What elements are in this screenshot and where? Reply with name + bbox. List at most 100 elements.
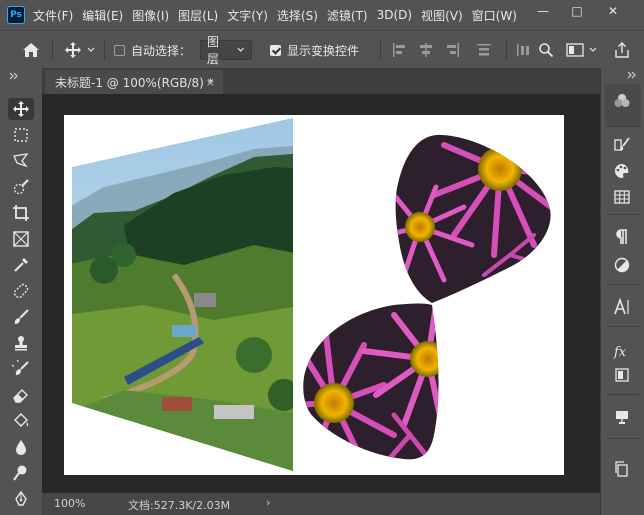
history-panel-button[interactable]: [609, 134, 635, 156]
patterns-panel-button[interactable]: [609, 186, 635, 208]
layer-comps-panel-button[interactable]: [609, 364, 635, 386]
history-brush-tool[interactable]: [8, 358, 34, 380]
menu-edit[interactable]: 编辑(E): [82, 7, 123, 24]
document-canvas[interactable]: [64, 115, 564, 475]
collapse-icon[interactable]: [9, 72, 19, 80]
align-top-icon: [477, 44, 491, 56]
adjustments-panel-button[interactable]: [609, 254, 635, 276]
distribute-button[interactable]: [516, 31, 532, 69]
auto-select-label: 自动选择：: [131, 43, 192, 58]
share-icon: [615, 42, 629, 58]
crop-tool[interactable]: [8, 202, 34, 224]
frame-tool[interactable]: [8, 228, 34, 250]
menu-view[interactable]: 视图(V): [421, 7, 463, 24]
search-icon: [539, 43, 554, 58]
home-button[interactable]: [22, 31, 40, 69]
history-brush-icon: [12, 360, 29, 375]
menu-bar: Ps 文件(F) 编辑(E) 图像(I) 图层(L) 文字(Y) 选择(S) 滤…: [0, 0, 644, 30]
stamp-tool[interactable]: [8, 332, 34, 354]
paint-bucket-tool[interactable]: [8, 410, 34, 432]
workspace-icon: [566, 43, 584, 57]
right-panel-dock: fx: [600, 68, 644, 515]
align-top-button[interactable]: [476, 31, 492, 69]
menu-layer[interactable]: 图层(L): [178, 7, 218, 24]
quick-select-icon: [13, 179, 29, 195]
menu-image[interactable]: 图像(I): [132, 7, 169, 24]
status-bar: 100% 文档:527.3K/2.03M ›: [42, 493, 600, 515]
zoom-level[interactable]: 100%: [54, 497, 85, 510]
lasso-icon: [13, 153, 29, 168]
align-left-icon: [393, 43, 405, 57]
layer-select-value: 图层: [207, 35, 220, 66]
eyedropper-tool[interactable]: [8, 254, 34, 276]
share-button[interactable]: [614, 31, 630, 69]
align-center-button[interactable]: [418, 31, 434, 69]
bandage-icon: [13, 283, 29, 299]
brush-icon: [14, 309, 29, 324]
flower-shape-bottom: [303, 303, 439, 460]
show-transform-check-icon: [270, 44, 281, 56]
workspace-button[interactable]: [566, 31, 598, 69]
menu-file[interactable]: 文件(F): [33, 7, 73, 24]
color-panel-button[interactable]: [609, 90, 635, 112]
align-left-button[interactable]: [392, 31, 408, 69]
styles-panel-button[interactable]: fx: [609, 340, 635, 362]
menu-select[interactable]: 选择(S): [277, 7, 318, 24]
align-right-button[interactable]: [444, 31, 460, 69]
tools-panel: [0, 94, 42, 515]
marquee-tool[interactable]: [8, 124, 34, 146]
move-icon: [13, 101, 29, 117]
options-bar: 自动选择： 图层 显示变换控件: [0, 30, 644, 68]
blur-tool[interactable]: [8, 436, 34, 458]
photoshop-logo-icon[interactable]: Ps: [7, 6, 25, 24]
spot-heal-tool[interactable]: [8, 280, 34, 302]
menu-window[interactable]: 窗口(W): [472, 7, 517, 24]
auto-select-checkbox[interactable]: 自动选择：: [114, 31, 191, 69]
dodge-tool[interactable]: [8, 462, 34, 484]
document-tab[interactable]: 未标题-1 @ 100%(RGB/8) * ×: [45, 70, 223, 94]
eraser-tool[interactable]: [8, 384, 34, 406]
move-icon: [65, 42, 81, 58]
move-tool-preset-button[interactable]: [64, 31, 96, 69]
3d-panel-button[interactable]: [609, 406, 635, 428]
eyedropper-icon: [14, 258, 28, 272]
layer-select-dropdown[interactable]: 图层: [200, 35, 252, 66]
chevron-down-icon: [237, 47, 244, 52]
chevron-down-icon: [589, 47, 597, 52]
grid-icon: [614, 190, 630, 204]
maximize-button[interactable]: □: [562, 0, 592, 22]
landscape-image: [72, 118, 293, 471]
search-button[interactable]: [538, 31, 554, 69]
close-tab-icon[interactable]: ×: [206, 76, 215, 89]
stamp-icon: [15, 336, 27, 351]
brush-tool[interactable]: [8, 306, 34, 328]
close-window-button[interactable]: ✕: [598, 0, 628, 22]
svg-text:fx: fx: [613, 345, 627, 360]
swatches-panel-button[interactable]: [609, 160, 635, 182]
paint-bucket-icon: [14, 413, 29, 427]
menu-3d[interactable]: 3D(D): [377, 8, 412, 22]
quick-select-tool[interactable]: [8, 176, 34, 198]
fx-icon: fx: [613, 345, 627, 360]
pen-tool[interactable]: [8, 488, 34, 510]
document-info: 文档:527.3K/2.03M: [128, 499, 231, 512]
dodge-icon: [13, 465, 27, 481]
copy-icon: [615, 461, 628, 477]
move-tool[interactable]: [8, 98, 34, 120]
collapse-right-icon[interactable]: [627, 71, 637, 79]
show-transform-label: 显示变换控件: [287, 43, 360, 58]
status-info-arrow[interactable]: ›: [266, 496, 270, 509]
brush-settings-icon: [614, 137, 630, 151]
minimize-button[interactable]: —: [528, 0, 558, 22]
lasso-tool[interactable]: [8, 150, 34, 172]
color-wheel-icon: [614, 94, 630, 107]
paragraph-panel-button[interactable]: [609, 226, 635, 248]
distribute-icon: [517, 44, 529, 56]
show-transform-checkbox[interactable]: 显示变换控件: [270, 31, 359, 69]
menu-filter[interactable]: 滤镜(T): [327, 7, 368, 24]
menu-type[interactable]: 文字(Y): [227, 7, 268, 24]
align-hcenter-icon: [420, 43, 432, 57]
align-right-icon: [447, 43, 459, 57]
character-panel-button[interactable]: [609, 296, 635, 318]
clone-source-panel-button[interactable]: [609, 458, 635, 480]
